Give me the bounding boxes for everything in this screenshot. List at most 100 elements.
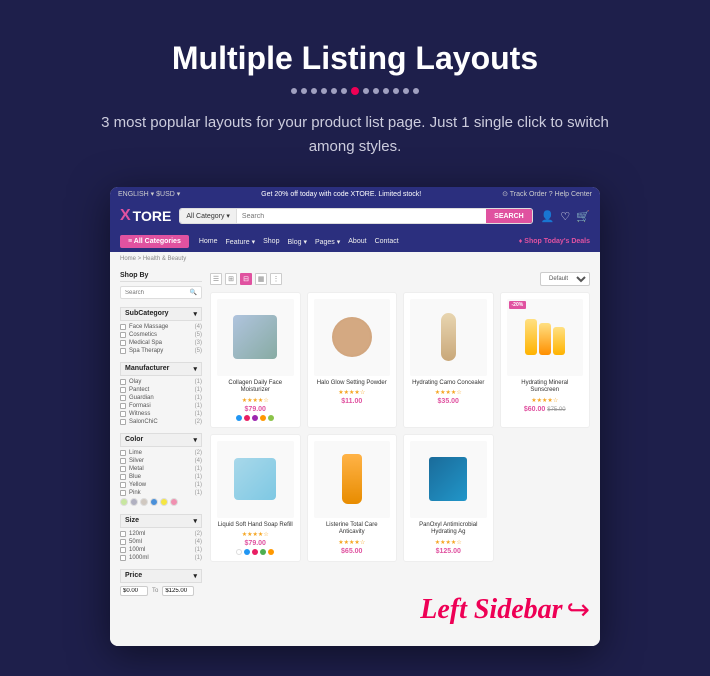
price-min-input[interactable] bbox=[120, 586, 148, 596]
subtitle: 3 most popular layouts for your product … bbox=[95, 111, 615, 159]
checkbox[interactable] bbox=[120, 379, 126, 385]
checkbox[interactable] bbox=[120, 348, 126, 354]
swatch-blue[interactable] bbox=[150, 498, 158, 506]
swatch-pink[interactable] bbox=[170, 498, 178, 506]
checkbox[interactable] bbox=[120, 458, 126, 464]
price-separator: To bbox=[152, 588, 158, 594]
dot-4 bbox=[321, 88, 327, 94]
checkbox[interactable] bbox=[120, 411, 126, 417]
nav-home[interactable]: Home bbox=[199, 238, 218, 246]
dot-2 bbox=[301, 88, 307, 94]
dot-1 bbox=[291, 88, 297, 94]
color-dot bbox=[244, 415, 250, 421]
sidebar-item: Silver(4) bbox=[120, 458, 202, 464]
nav-shop[interactable]: Shop bbox=[263, 238, 279, 246]
view-3col-icon[interactable]: ⊟ bbox=[240, 273, 252, 285]
checkbox[interactable] bbox=[120, 474, 126, 480]
store-nav: ≡ All Categories Home Feature ▾ Shop Blo… bbox=[110, 231, 600, 252]
sidebar-item: 50ml(4) bbox=[120, 539, 202, 545]
product-name: PanOxyl Antimicrobial Hydrating Ag bbox=[410, 522, 487, 538]
view-5col-icon[interactable]: ⋮ bbox=[270, 273, 282, 285]
checkbox[interactable] bbox=[120, 482, 126, 488]
wishlist-icon[interactable]: ♡ bbox=[560, 210, 570, 223]
swatch-silver[interactable] bbox=[130, 498, 138, 506]
nav-contact[interactable]: Contact bbox=[375, 238, 399, 246]
nav-pages[interactable]: Pages ▾ bbox=[315, 238, 340, 246]
checkbox[interactable] bbox=[120, 555, 126, 561]
product-name: Listerine Total Care Anticavity bbox=[314, 522, 391, 538]
cart-icon[interactable]: 🛒 bbox=[576, 210, 590, 223]
sidebar-item: Lime(2) bbox=[120, 450, 202, 456]
search-input[interactable] bbox=[237, 209, 486, 223]
sidebar-item: SalonChiC(2) bbox=[120, 419, 202, 425]
dot-3 bbox=[311, 88, 317, 94]
product-image-wrap: -20% bbox=[507, 299, 584, 376]
product-image-wrap bbox=[410, 299, 487, 376]
manufacturer-title: Manufacturer▾ bbox=[120, 362, 202, 376]
logo-text: TORE bbox=[133, 208, 172, 224]
color-dot bbox=[236, 415, 242, 421]
sidebar-search-input[interactable] bbox=[125, 290, 190, 296]
color-title: Color▾ bbox=[120, 433, 202, 447]
product-name: Hydrating Mineral Sunscreen bbox=[507, 380, 584, 396]
product-price: $11.00 bbox=[314, 398, 391, 405]
checkbox[interactable] bbox=[120, 340, 126, 346]
swatch-metal[interactable] bbox=[140, 498, 148, 506]
user-icon[interactable]: 👤 bbox=[541, 210, 555, 223]
nav-feature[interactable]: Feature ▾ bbox=[226, 238, 256, 246]
product-stars: ★★★★☆ bbox=[410, 389, 487, 396]
nav-blog[interactable]: Blog ▾ bbox=[287, 238, 306, 246]
price-max-input[interactable] bbox=[162, 586, 194, 596]
dot-7-active bbox=[351, 87, 359, 95]
all-categories-button[interactable]: ≡ All Categories bbox=[120, 235, 189, 248]
product-old-price: $75.00 bbox=[547, 407, 565, 413]
checkbox[interactable] bbox=[120, 547, 126, 553]
sidebar-item: Guardian(1) bbox=[120, 395, 202, 401]
view-list-icon[interactable]: ☰ bbox=[210, 273, 222, 285]
product-card: -20% Hydrating Mineral Sunscreen ★★★★☆ $… bbox=[500, 292, 591, 428]
sidebar-item: Cosmetics(5) bbox=[120, 332, 202, 338]
swatch-yellow[interactable] bbox=[160, 498, 168, 506]
checkbox[interactable] bbox=[120, 490, 126, 496]
view-icons: ☰ ⊞ ⊟ ▦ ⋮ bbox=[210, 273, 282, 285]
nav-about[interactable]: About bbox=[348, 238, 366, 246]
dot-12 bbox=[403, 88, 409, 94]
search-category-dropdown[interactable]: All Category ▾ bbox=[180, 209, 237, 223]
sidebar-search[interactable]: 🔍 bbox=[120, 286, 202, 299]
breadcrumb: Home > Health & Beauty bbox=[110, 252, 600, 266]
product-price: $35.00 bbox=[410, 398, 487, 405]
product-color-dots bbox=[217, 549, 294, 555]
checkbox[interactable] bbox=[120, 539, 126, 545]
color-dot bbox=[268, 549, 274, 555]
view-2col-icon[interactable]: ⊞ bbox=[225, 273, 237, 285]
checkbox[interactable] bbox=[120, 531, 126, 537]
store-main: Shop By 🔍 SubCategory▾ Face Massage(4) C… bbox=[110, 266, 600, 646]
checkbox[interactable] bbox=[120, 324, 126, 330]
checkbox[interactable] bbox=[120, 403, 126, 409]
product-name: Liquid Soft Hand Soap Refill bbox=[217, 522, 294, 530]
checkbox[interactable] bbox=[120, 395, 126, 401]
checkbox[interactable] bbox=[120, 466, 126, 472]
search-bar[interactable]: All Category ▾ SEARCH bbox=[179, 208, 532, 224]
store-header: X TORE All Category ▾ SEARCH 👤 ♡ 🛒 bbox=[110, 201, 600, 231]
product-card: PanOxyl Antimicrobial Hydrating Ag ★★★★☆… bbox=[403, 434, 494, 562]
swatch-lime[interactable] bbox=[120, 498, 128, 506]
products-grid-row2: Liquid Soft Hand Soap Refill ★★★★☆ $79.0… bbox=[210, 434, 590, 562]
dot-13 bbox=[413, 88, 419, 94]
sort-dropdown[interactable]: Default bbox=[540, 272, 590, 286]
product-image-concealer bbox=[441, 313, 456, 361]
search-button[interactable]: SEARCH bbox=[486, 209, 532, 223]
topbar-right: ⊙ Track Order ? Help Center bbox=[502, 190, 592, 198]
checkbox[interactable] bbox=[120, 387, 126, 393]
product-card: Collagen Daily Face Moisturizer ★★★★☆ $7… bbox=[210, 292, 301, 428]
nav-links: Home Feature ▾ Shop Blog ▾ Pages ▾ About… bbox=[199, 238, 399, 246]
sidebar-group-price: Price▾ To bbox=[120, 569, 202, 596]
view-4col-icon[interactable]: ▦ bbox=[255, 273, 267, 285]
product-stars: ★★★★☆ bbox=[314, 389, 391, 396]
checkbox[interactable] bbox=[120, 332, 126, 338]
checkbox[interactable] bbox=[120, 419, 126, 425]
nav-deals[interactable]: ♦ Shop Today's Deals bbox=[519, 238, 590, 245]
checkbox[interactable] bbox=[120, 450, 126, 456]
products-area: ☰ ⊞ ⊟ ▦ ⋮ Default bbox=[210, 272, 590, 640]
page-title: Multiple Listing Layouts bbox=[172, 40, 538, 77]
